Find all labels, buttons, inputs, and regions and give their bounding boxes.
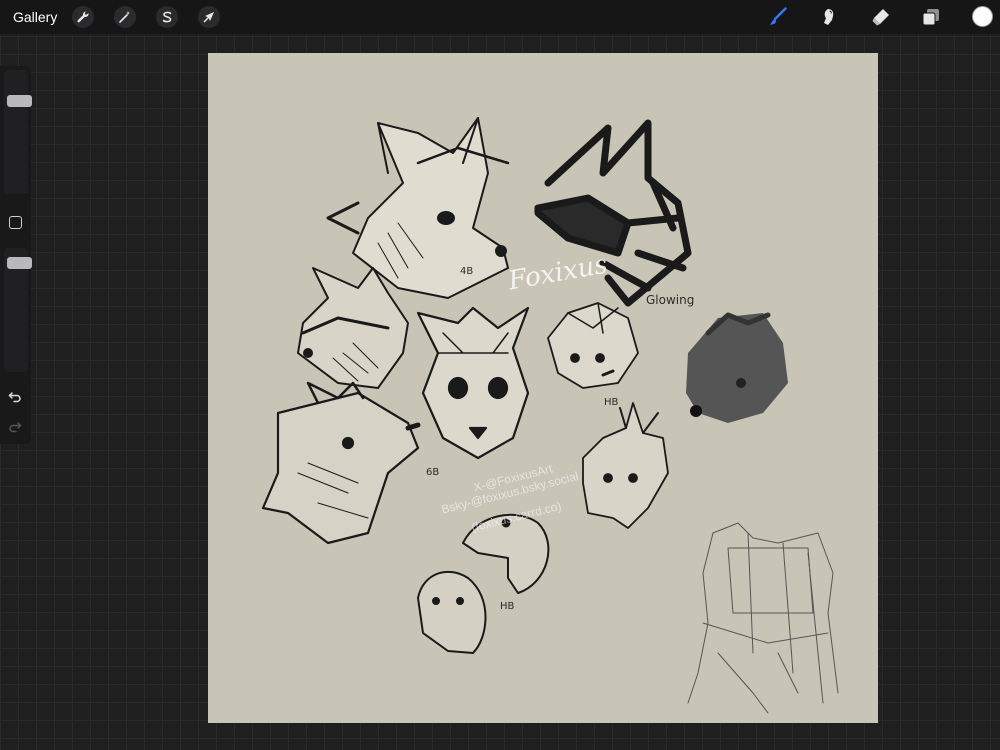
- sketch-artwork: [261, 117, 839, 714]
- selection-s-icon: [162, 11, 172, 23]
- wolf-sketch-left: [297, 267, 409, 389]
- layers-icon: [922, 9, 939, 26]
- brush-button[interactable]: [767, 6, 789, 28]
- brush-size-slider[interactable]: [4, 70, 32, 194]
- gallery-button[interactable]: Gallery: [13, 8, 57, 26]
- redo-icon: [9, 422, 22, 433]
- pencil-label-6b: 6B: [426, 467, 440, 478]
- redo-button[interactable]: [7, 418, 23, 434]
- drawing-canvas[interactable]: 4B Glowing HB 6B HB Foxixus X-@FoxixusAr…: [208, 53, 878, 723]
- magic-wand-icon: [119, 11, 131, 23]
- rough-sketch: [687, 522, 839, 714]
- layers-button[interactable]: [920, 6, 942, 28]
- opacity-slider[interactable]: [4, 248, 32, 372]
- wolf-sketch-center: [416, 306, 530, 460]
- undo-icon: [8, 392, 21, 403]
- smudge-finger-icon: [824, 9, 834, 25]
- pencil-label-hb-snake: HB: [500, 601, 515, 612]
- opacity-thumb[interactable]: [7, 257, 32, 270]
- modify-square-icon[interactable]: [9, 216, 22, 229]
- pencil-label-4b: 4B: [460, 266, 474, 277]
- actions-button[interactable]: [72, 6, 94, 28]
- undo-button[interactable]: [7, 388, 23, 404]
- color-picker-button[interactable]: [972, 6, 993, 27]
- adjustments-button[interactable]: [114, 6, 136, 28]
- wolf-sketch-bottom-left: [261, 381, 421, 545]
- brush-size-thumb[interactable]: [7, 94, 32, 107]
- snake-sketch-bottom: [417, 570, 487, 654]
- horned-creature-sketch: [582, 402, 669, 529]
- painted-head: [686, 312, 788, 423]
- transform-button[interactable]: [198, 6, 220, 28]
- top-toolbar: Gallery: [0, 0, 1000, 34]
- eraser-icon: [872, 9, 889, 26]
- wrench-icon: [77, 11, 89, 23]
- sidebar: [0, 66, 32, 444]
- wolf-sketch-top: [326, 117, 510, 299]
- pencil-label-hb: HB: [604, 397, 619, 408]
- brush-icon: [770, 7, 787, 25]
- pencil-label-glowing: Glowing: [646, 293, 695, 307]
- eraser-button[interactable]: [869, 6, 891, 28]
- fluffy-sketch: [547, 302, 639, 389]
- selection-button[interactable]: [156, 6, 178, 28]
- arrow-cursor-icon: [203, 12, 214, 23]
- smudge-button[interactable]: [818, 6, 840, 28]
